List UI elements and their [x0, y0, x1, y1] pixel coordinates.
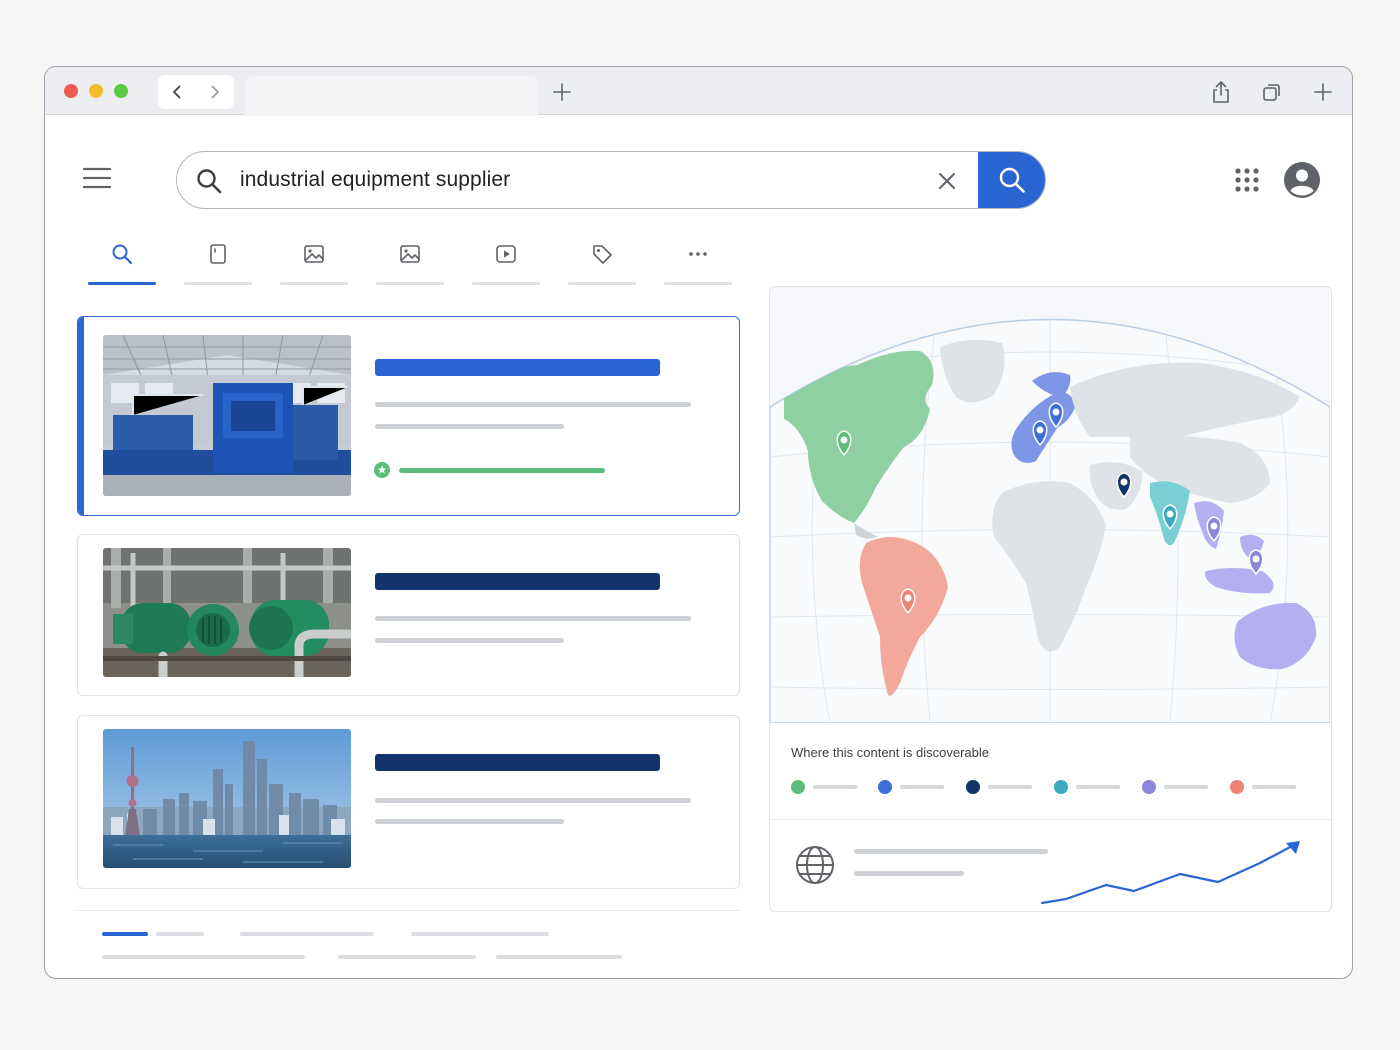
legend-dot: [1054, 780, 1068, 794]
search-bar[interactable]: industrial equipment supplier: [176, 151, 1046, 209]
summary-line: [854, 849, 1048, 854]
legend-dot: [1230, 780, 1244, 794]
tab-indicator: [664, 282, 732, 285]
tabs-overview-button[interactable]: [1260, 80, 1284, 104]
forward-button[interactable]: [196, 75, 234, 109]
add-button[interactable]: [1311, 80, 1335, 104]
image-icon: [400, 245, 420, 263]
share-button[interactable]: [1209, 80, 1233, 104]
search-icon: [197, 169, 222, 194]
tab-indicator: [184, 282, 252, 285]
world-map[interactable]: [770, 287, 1331, 724]
footer-line: [338, 955, 476, 959]
maximize-window-button[interactable]: [114, 84, 128, 98]
result-url-line: [399, 468, 605, 473]
result-thumbnail[interactable]: [103, 729, 351, 868]
legend-dot: [966, 780, 980, 794]
tab-images[interactable]: [280, 237, 348, 285]
legend-label-line: [813, 785, 857, 789]
legend-label-line: [1076, 785, 1120, 789]
nav-buttons: [158, 75, 234, 109]
result-card[interactable]: [77, 316, 740, 516]
legend-dot: [1142, 780, 1156, 794]
legend-label-line: [1252, 785, 1296, 789]
legend-dot: [791, 780, 805, 794]
skyline-image: [103, 729, 351, 868]
legend-label-line: [1164, 785, 1208, 789]
document-icon: [210, 244, 226, 264]
footer-line: [496, 955, 622, 959]
more-dots-icon: [689, 252, 707, 256]
summary-line: [854, 871, 964, 876]
image-icon: [304, 245, 324, 263]
tab-indicator: [376, 282, 444, 285]
search-icon: [112, 244, 133, 265]
globe-icon: [796, 846, 834, 884]
chevron-right-icon: [211, 85, 219, 99]
share-icon: [1213, 81, 1229, 103]
apps-grid-icon[interactable]: [1234, 167, 1260, 193]
result-thumbnail[interactable]: [103, 548, 351, 677]
plus-icon: [553, 83, 571, 101]
discoverability-panel: Where this content is discoverable: [769, 286, 1332, 912]
close-icon[interactable]: [935, 169, 959, 193]
tab-indicator: [568, 282, 636, 285]
minimize-window-button[interactable]: [89, 84, 103, 98]
footer-line: [102, 955, 305, 959]
verified-star-icon: [374, 462, 390, 478]
hamburger-menu-icon[interactable]: [83, 167, 111, 189]
world-map-graphic: [770, 318, 1331, 724]
legend-label-line: [988, 785, 1032, 789]
legend-title: Where this content is discoverable: [791, 745, 989, 760]
result-thumbnail[interactable]: [103, 335, 351, 496]
search-input[interactable]: industrial equipment supplier: [240, 168, 510, 192]
browser-tab[interactable]: [245, 76, 538, 116]
new-tab-button[interactable]: [550, 80, 574, 104]
tab-indicator: [472, 282, 540, 285]
result-title-bar[interactable]: [375, 359, 660, 376]
chevron-left-icon: [173, 85, 181, 99]
result-title-bar[interactable]: [375, 754, 660, 771]
tab-documents[interactable]: [184, 237, 252, 285]
tab-images-2[interactable]: [376, 237, 444, 285]
result-card[interactable]: [77, 534, 740, 696]
result-snippet-line: [375, 424, 564, 429]
result-snippet-line: [375, 798, 691, 803]
tab-indicator: [88, 282, 156, 285]
tabs-icon: [1263, 84, 1280, 101]
factory-image: [103, 335, 351, 496]
panel-divider: [770, 819, 1331, 820]
pumps-image: [103, 548, 351, 677]
result-snippet-line: [375, 402, 691, 407]
legend-dot: [878, 780, 892, 794]
plus-icon: [1314, 83, 1332, 101]
tab-indicator: [280, 282, 348, 285]
tag-icon: [593, 245, 612, 264]
trend-sparkline: [1040, 841, 1300, 905]
back-button[interactable]: [158, 75, 196, 109]
legend-label-line: [900, 785, 944, 789]
page-indicator[interactable]: [156, 932, 204, 936]
title-bar: [45, 67, 1352, 116]
tab-videos[interactable]: [472, 237, 540, 285]
tab-shopping[interactable]: [568, 237, 636, 285]
page-indicator[interactable]: [240, 932, 374, 936]
tab-all[interactable]: [88, 237, 156, 285]
search-submit-button[interactable]: [978, 152, 1045, 208]
close-window-button[interactable]: [64, 84, 78, 98]
tab-more[interactable]: [664, 237, 732, 285]
result-snippet-line: [375, 638, 564, 643]
footer-divider: [77, 910, 740, 911]
page-indicator[interactable]: [411, 932, 549, 936]
video-play-icon: [496, 245, 516, 263]
result-card[interactable]: [77, 715, 740, 889]
result-title-bar[interactable]: [375, 573, 660, 590]
result-snippet-line: [375, 616, 691, 621]
page-indicator-active[interactable]: [102, 932, 148, 936]
search-icon: [999, 167, 1025, 193]
result-snippet-line: [375, 819, 564, 824]
account-avatar-icon[interactable]: [1283, 161, 1321, 199]
browser-window: industrial equipment supplier Where this…: [44, 66, 1353, 979]
